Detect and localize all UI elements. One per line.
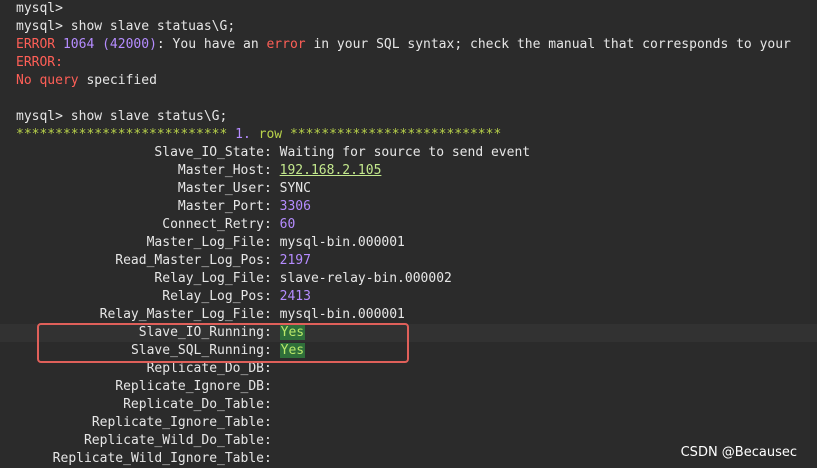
field-value: Yes [279, 343, 306, 358]
status-field-replicate-ignore-db: Replicate_Ignore_DB: [16, 378, 817, 396]
error-message-b: in your SQL syntax; check the manual tha… [313, 37, 791, 52]
field-separator: : [264, 253, 280, 268]
status-field-connect-retry: Connect_Retry: 60 [16, 216, 817, 234]
no-query-b: specified [86, 73, 157, 88]
field-key: Master_Port [177, 199, 264, 214]
field-value: 3306 [279, 199, 311, 214]
error-state: (42000) [102, 37, 157, 52]
field-value: Waiting for source to send event [279, 145, 531, 160]
status-field-slave-io-state: Slave_IO_State: Waiting for source to se… [16, 144, 817, 162]
field-separator: : [264, 145, 280, 160]
field-key: Relay_Log_Pos [162, 289, 264, 304]
no-query-a: No query [16, 73, 79, 88]
field-separator: : [264, 217, 280, 232]
field-separator: : [264, 415, 280, 430]
field-key: Replicate_Do_DB [146, 361, 264, 376]
status-field-master-port: Master_Port: 3306 [16, 198, 817, 216]
field-value: 2197 [279, 253, 311, 268]
field-separator: : [264, 181, 280, 196]
status-field-replicate-ignore-table: Replicate_Ignore_Table: [16, 414, 817, 432]
field-key: Replicate_Wild_Do_Table [83, 433, 264, 448]
status-field-master-host: Master_Host: 192.168.2.105 [16, 162, 817, 180]
status-field-master-log-file: Master_Log_File: mysql-bin.000001 [16, 234, 817, 252]
field-key: Replicate_Ignore_Table [91, 415, 264, 430]
status-field-relay-master-log-file: Relay_Master_Log_File: mysql-bin.000001 [16, 306, 817, 324]
error-message-a: : You have an [156, 37, 259, 52]
field-separator: : [264, 451, 280, 466]
field-key: Relay_Log_File [154, 271, 264, 286]
field-separator: : [264, 307, 280, 322]
field-key: Master_Log_File [146, 235, 264, 250]
command-line: mysql> show slave status\G; [16, 109, 228, 124]
field-separator: : [264, 397, 280, 412]
field-separator: : [264, 343, 280, 358]
row-stars-left: *************************** [16, 127, 236, 142]
status-field-slave-sql-running: Slave_SQL_Running: Yes [16, 342, 817, 360]
field-key: Read_Master_Log_Pos [115, 253, 264, 268]
field-value: 60 [279, 217, 296, 232]
status-field-replicate-do-db: Replicate_Do_DB: [16, 360, 817, 378]
error-line: ERROR 1064 (42000): You have an error in… [16, 36, 817, 54]
field-separator: : [264, 199, 280, 214]
field-value: Yes [279, 325, 306, 340]
error-code: 1064 [62, 37, 95, 52]
watermark: CSDN @Becausec [680, 445, 797, 460]
terminal-window[interactable]: mysql> mysql> show slave statuas\G; ERRO… [0, 0, 817, 468]
row-stars-right: row *************************** [250, 127, 502, 142]
status-fields: Slave_IO_State: Waiting for source to se… [0, 144, 817, 468]
field-separator: : [264, 325, 280, 340]
field-key: Master_Host [177, 163, 264, 178]
error-word: error [266, 37, 306, 52]
field-separator: : [264, 433, 280, 448]
field-key: Replicate_Ignore_DB [115, 379, 264, 394]
status-field-replicate-do-table: Replicate_Do_Table: [16, 396, 817, 414]
status-field-slave-io-running: Slave_IO_Running: Yes [0, 324, 817, 342]
field-value: mysql-bin.000001 [279, 307, 405, 322]
error-line-2: ERROR: [16, 55, 63, 70]
field-key: Replicate_Wild_Ignore_Table [52, 451, 264, 466]
field-separator: : [264, 361, 280, 376]
prompt-line: mysql> [16, 1, 63, 16]
field-key: Connect_Retry [162, 217, 264, 232]
status-field-relay-log-pos: Relay_Log_Pos: 2413 [16, 288, 817, 306]
field-key: Relay_Master_Log_File [99, 307, 264, 322]
command-line-typo: mysql> show slave statuas\G; [16, 19, 236, 34]
field-value: 2413 [279, 289, 311, 304]
field-value: 192.168.2.105 [279, 163, 382, 178]
status-field-read-master-log-pos: Read_Master_Log_Pos: 2197 [16, 252, 817, 270]
field-separator: : [264, 163, 280, 178]
field-key: Slave_IO_Running [138, 325, 264, 340]
field-key: Slave_IO_State [154, 145, 264, 160]
row-separator: *************************** 1. row *****… [16, 126, 817, 144]
field-separator: : [264, 379, 280, 394]
field-separator: : [264, 289, 280, 304]
status-field-master-user: Master_User: SYNC [16, 180, 817, 198]
status-field-relay-log-file: Relay_Log_File: slave-relay-bin.000002 [16, 270, 817, 288]
error-label: ERROR [16, 37, 56, 52]
field-value: mysql-bin.000001 [279, 235, 405, 250]
field-value: slave-relay-bin.000002 [279, 271, 452, 286]
field-value: SYNC [279, 181, 311, 196]
row-number: 1. [235, 127, 251, 142]
field-key: Replicate_Do_Table [123, 397, 264, 412]
field-key: Slave_SQL_Running [130, 343, 264, 358]
field-separator: : [264, 235, 280, 250]
field-key: Master_User [177, 181, 264, 196]
no-query-line: No query specified [16, 72, 817, 90]
field-separator: : [264, 271, 280, 286]
